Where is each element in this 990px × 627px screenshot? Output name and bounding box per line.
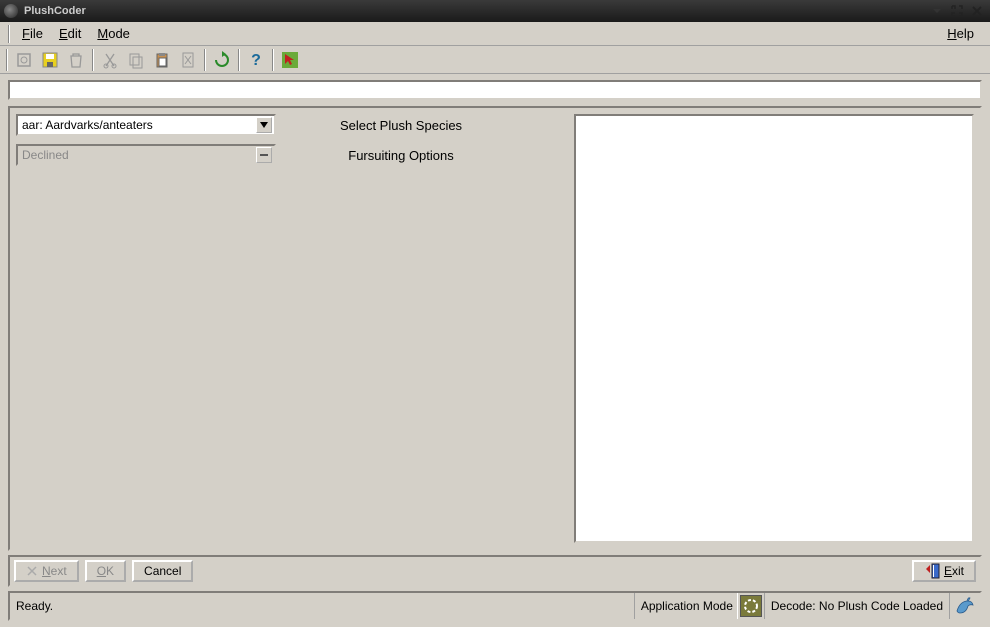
close-icon[interactable] [968,2,986,20]
fursuiting-dropdown[interactable]: Declined [16,144,276,166]
menu-mode[interactable]: Mode [89,24,138,43]
menu-file[interactable]: File [14,24,51,43]
toolbar-paste-icon[interactable] [150,48,174,72]
toolbar-clear-icon[interactable] [176,48,200,72]
status-ready: Ready. [10,593,635,619]
window-title: PlushCoder [24,5,86,17]
decode-mode-icon [740,595,762,617]
status-decode: Decode: No Plush Code Loaded [765,593,950,619]
menu-edit[interactable]: Edit [51,24,89,43]
toolbar-cut-icon[interactable] [98,48,122,72]
code-input[interactable] [8,80,982,100]
maximize-icon[interactable] [948,2,966,20]
toolbar-trash-icon[interactable] [64,48,88,72]
menu-file-rest: ile [30,26,43,41]
toolbar-copy-icon[interactable] [124,48,148,72]
left-panel: aar: Aardvarks/anteaters Select Plush Sp… [16,114,566,543]
status-mode-label: Application Mode [635,593,737,619]
toolbar-new-icon[interactable] [12,48,36,72]
species-dropdown[interactable]: aar: Aardvarks/anteaters [16,114,276,136]
fursuiting-label: Fursuiting Options [276,148,566,163]
status-mode-icon [737,593,765,619]
button-row: Next OK Cancel Exit [8,555,982,587]
exit-button[interactable]: Exit [912,560,976,582]
fursuiting-value: Declined [22,148,256,162]
dropdown-arrow-icon[interactable] [256,147,272,163]
species-value: aar: Aardvarks/anteaters [22,118,256,132]
app-icon [4,4,18,18]
ok-button[interactable]: OK [85,560,126,582]
toolbar-pointer-icon[interactable] [278,48,302,72]
status-mascot [950,593,980,619]
toolbar-refresh-icon[interactable] [210,48,234,72]
species-label: Select Plush Species [276,118,566,133]
dropdown-arrow-icon[interactable] [256,117,272,133]
exit-icon [924,563,940,579]
menu-help[interactable]: Help [939,24,982,43]
cancel-button[interactable]: Cancel [132,560,193,582]
menubar: File Edit Mode Help [0,22,990,46]
main-content: aar: Aardvarks/anteaters Select Plush Sp… [8,106,982,551]
toolbar-save-icon[interactable] [38,48,62,72]
cancel-label: Cancel [144,564,181,578]
dolphin-icon [954,595,976,617]
next-button[interactable]: Next [14,560,79,582]
titlebar: PlushCoder [0,0,990,22]
window-menu-icon[interactable] [928,2,946,20]
toolbar: ? [0,46,990,74]
toolbar-help-icon[interactable]: ? [244,48,268,72]
statusbar: Ready. Application Mode Decode: No Plush… [8,591,982,621]
svg-text:?: ? [251,52,261,69]
preview-panel [574,114,974,543]
